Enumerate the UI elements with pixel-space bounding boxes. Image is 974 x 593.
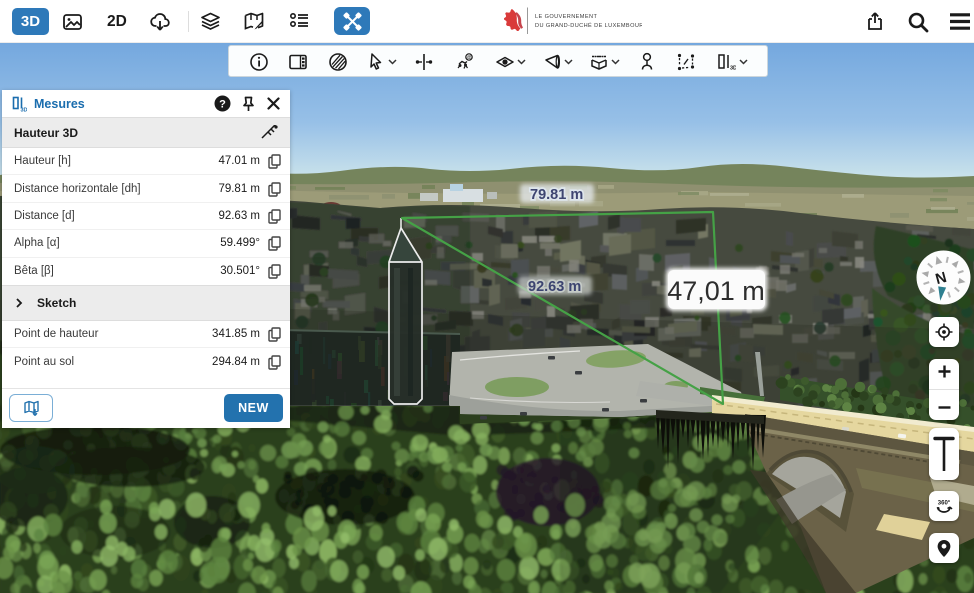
- svg-text:92.63 m: 92.63 m: [528, 279, 581, 295]
- svg-text:360°: 360°: [938, 501, 951, 507]
- svg-text:3D: 3D: [730, 66, 736, 72]
- svg-text:@: @: [466, 55, 471, 61]
- svg-text:47,01 m: 47,01 m: [667, 276, 765, 306]
- svg-text:79.81 m: 79.81 m: [530, 187, 583, 203]
- svg-text:3D: 3D: [21, 107, 28, 112]
- svg-text:DU GRAND-DUCHÉ DE LUXEMBOURG: DU GRAND-DUCHÉ DE LUXEMBOURG: [535, 22, 642, 29]
- svg-text:?: ?: [219, 99, 226, 111]
- svg-text:LE GOUVERNEMENT: LE GOUVERNEMENT: [535, 14, 597, 20]
